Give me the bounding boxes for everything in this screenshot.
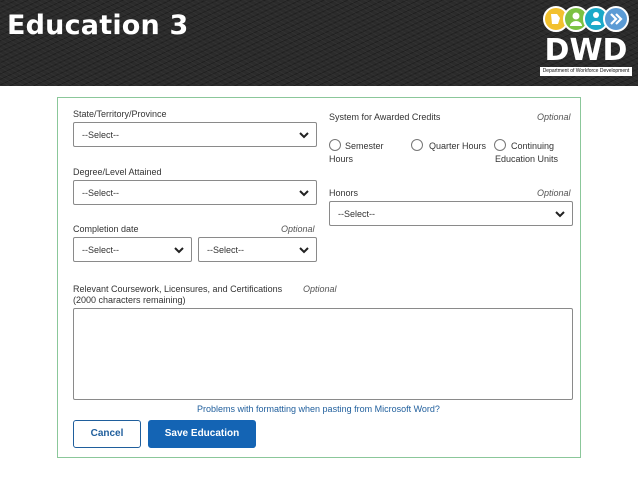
hours-label: Hours — [329, 154, 354, 164]
coursework-optional: Optional — [303, 284, 337, 294]
continuing-label: Continuing — [511, 141, 555, 151]
honors-optional: Optional — [537, 188, 571, 198]
semester-label: Semester — [345, 141, 384, 151]
chevron-down-icon — [299, 190, 309, 197]
save-education-button[interactable]: Save Education — [148, 420, 256, 448]
degree-label: Degree/Level Attained — [73, 167, 162, 177]
chevron-down-icon — [555, 211, 565, 218]
logo-subtitle: Department of Workforce Development — [540, 67, 632, 76]
characters-remaining: (2000 characters remaining) — [73, 295, 186, 305]
coursework-label: Relevant Coursework, Licensures, and Cer… — [73, 284, 283, 294]
completion-year-select[interactable]: --Select-- — [198, 237, 317, 262]
credits-label: System for Awarded Credits — [329, 112, 441, 122]
completion-month-value: --Select-- — [82, 245, 120, 255]
formatting-help-link[interactable]: Problems with formatting when pasting fr… — [197, 404, 440, 414]
honors-select[interactable]: --Select-- — [329, 201, 573, 226]
degree-select[interactable]: --Select-- — [73, 180, 317, 205]
continuing-education-radio[interactable] — [494, 139, 506, 151]
completion-year-value: --Select-- — [207, 245, 245, 255]
quarter-hours-label: Quarter Hours — [429, 141, 487, 151]
honors-label: Honors — [329, 188, 359, 198]
completion-optional: Optional — [281, 224, 315, 234]
completion-month-select[interactable]: --Select-- — [73, 237, 192, 262]
dwd-logo: DWD Department of Workforce Development — [538, 4, 632, 78]
coursework-textarea[interactable] — [73, 308, 573, 400]
credits-optional: Optional — [537, 112, 571, 122]
quarter-hours-radio[interactable] — [411, 139, 423, 151]
completion-date-label: Completion date — [73, 224, 139, 234]
education-units-label: Education Units — [495, 154, 559, 164]
state-select[interactable]: --Select-- — [73, 122, 317, 147]
semester-hours-radio[interactable] — [329, 139, 341, 151]
degree-select-value: --Select-- — [82, 188, 120, 198]
honors-select-value: --Select-- — [338, 209, 376, 219]
chevron-down-icon — [174, 247, 184, 254]
slide-title: Education 3 — [7, 10, 189, 41]
chevron-down-icon — [299, 247, 309, 254]
slide-header: Education 3 DWD Department of Workforce … — [0, 0, 638, 86]
state-label: State/Territory/Province — [73, 109, 167, 119]
chevron-down-icon — [299, 132, 309, 139]
state-select-value: --Select-- — [82, 130, 120, 140]
logo-circles-icon — [543, 6, 629, 32]
logo-text: DWD — [544, 33, 628, 68]
cancel-button[interactable]: Cancel — [73, 420, 141, 448]
